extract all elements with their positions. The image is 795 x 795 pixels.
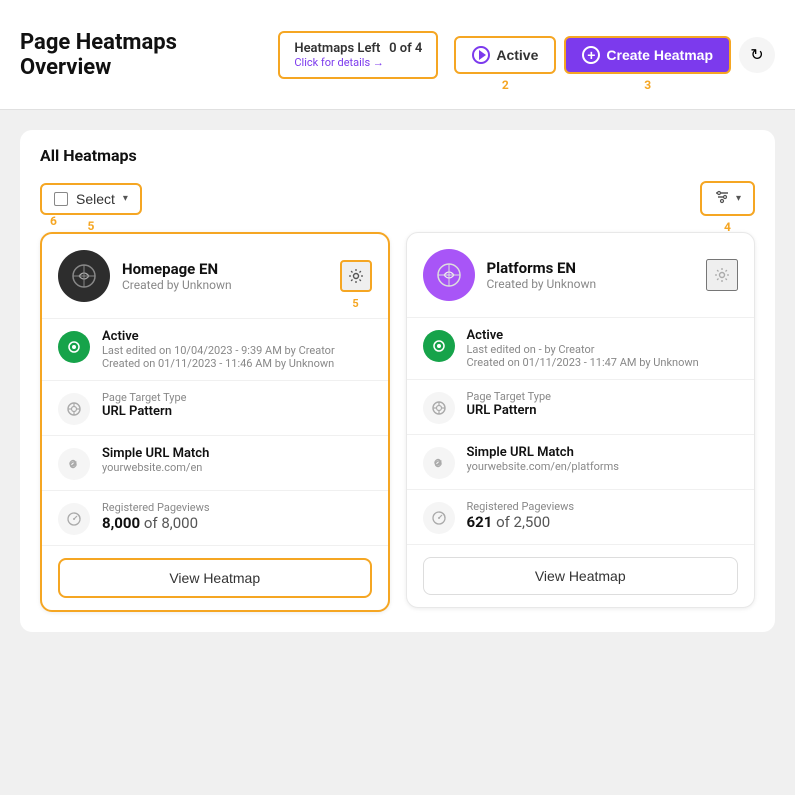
pageviews-icon-homepage	[58, 503, 90, 535]
avatar-homepage	[58, 250, 110, 302]
active-status-icon	[58, 331, 90, 363]
badge-2: 2	[502, 78, 509, 92]
card-header-homepage: Homepage EN Created by Unknown 5	[42, 234, 388, 318]
last-edited-platforms: Last edited on - by Creator	[467, 343, 699, 356]
badge-3: 3	[644, 78, 651, 92]
card-settings-platforms[interactable]	[706, 259, 738, 291]
toolbar: Select ▾ 5	[40, 181, 755, 216]
url-match-content-homepage: Simple URL Match yourwebsite.com/en	[102, 446, 209, 474]
section-title: All Heatmaps	[40, 146, 755, 165]
card-homepage-en: Homepage EN Created by Unknown 5	[40, 232, 390, 612]
status-value-homepage: Active	[102, 329, 335, 344]
card-status-section-homepage: Active Last edited on 10/04/2023 - 9:39 …	[42, 318, 388, 380]
filter-icon	[714, 189, 730, 208]
view-btn-wrap-platforms: View Heatmap	[407, 544, 755, 607]
card-name-homepage: Homepage EN	[122, 260, 328, 278]
pageviews-total-homepage: of 8,000	[144, 514, 198, 532]
heatmaps-left-title: Heatmaps Left	[294, 41, 380, 56]
badge-4: 4	[724, 220, 731, 234]
filter-chevron-icon: ▾	[736, 193, 741, 204]
pageviews-total-platforms: of 2,500	[496, 513, 550, 531]
header: Page Heatmaps Overview Heatmaps Left 0 o…	[0, 0, 795, 110]
status-value-platforms: Active	[467, 328, 699, 343]
url-match-value-homepage: yourwebsite.com/en	[102, 461, 209, 474]
page-target-section-platforms: Page Target Type URL Pattern	[407, 379, 755, 434]
url-match-icon-homepage	[58, 448, 90, 480]
url-match-content-platforms: Simple URL Match yourwebsite.com/en/plat…	[467, 445, 620, 473]
card-creator-platforms: Created by Unknown	[487, 277, 695, 291]
avatar-platforms	[423, 249, 475, 301]
card-creator-homepage: Created by Unknown	[122, 278, 328, 292]
pageviews-label-homepage: Registered Pageviews	[102, 501, 210, 514]
heatmaps-left-link[interactable]: Click for details →	[294, 56, 422, 69]
select-label: Select	[76, 191, 115, 207]
chevron-down-icon: ▾	[123, 193, 128, 204]
view-btn-wrap-homepage: View Heatmap	[42, 545, 388, 610]
pageviews-content-homepage: Registered Pageviews 8,000 of 8,000	[102, 501, 210, 532]
badge-6: 6	[50, 214, 57, 228]
page-target-value-homepage: URL Pattern	[102, 404, 186, 419]
card-status-section-platforms: Active Last edited on - by Creator Creat…	[407, 317, 755, 379]
pageviews-section-homepage: Registered Pageviews 8,000 of 8,000	[42, 490, 388, 545]
last-edited-homepage: Last edited on 10/04/2023 - 9:39 AM by C…	[102, 344, 335, 357]
all-heatmaps-panel: All Heatmaps Select ▾ 5	[20, 130, 775, 632]
main-content: All Heatmaps Select ▾ 5	[0, 110, 795, 652]
card-info-platforms: Platforms EN Created by Unknown	[487, 259, 695, 291]
url-match-section-platforms: Simple URL Match yourwebsite.com/en/plat…	[407, 434, 755, 489]
cards-grid: 6 Homepage EN C	[40, 232, 755, 612]
url-match-label-homepage: Simple URL Match	[102, 446, 209, 461]
page-target-value-platforms: URL Pattern	[467, 403, 551, 418]
page-target-icon-homepage	[58, 393, 90, 425]
card-platforms-en: Platforms EN Created by Unknown	[406, 232, 756, 608]
view-heatmap-button-platforms[interactable]: View Heatmap	[423, 557, 739, 595]
badge-5-card: 5	[352, 297, 358, 310]
play-icon	[472, 46, 490, 64]
filter-button[interactable]: ▾	[700, 181, 755, 216]
active-label: Active	[496, 47, 538, 63]
active-button[interactable]: Active	[454, 36, 556, 74]
status-content-platforms: Active Last edited on - by Creator Creat…	[467, 328, 699, 369]
view-heatmap-button-homepage[interactable]: View Heatmap	[58, 558, 372, 598]
page-target-label-homepage: Page Target Type	[102, 391, 186, 404]
card-settings-homepage[interactable]	[340, 260, 372, 292]
heatmaps-left-box: Heatmaps Left 0 of 4 Click for details →	[278, 31, 438, 79]
pageviews-label-platforms: Registered Pageviews	[467, 500, 575, 513]
url-match-section-homepage: Simple URL Match yourwebsite.com/en	[42, 435, 388, 490]
card-platforms-wrap: Platforms EN Created by Unknown	[406, 232, 756, 612]
pageviews-section-platforms: Registered Pageviews 621 of 2,500	[407, 489, 755, 544]
heatmaps-left-count: 0 of 4	[389, 41, 422, 56]
select-checkbox	[54, 192, 68, 206]
card-info-homepage: Homepage EN Created by Unknown	[122, 260, 328, 292]
page-target-content-homepage: Page Target Type URL Pattern	[102, 391, 186, 419]
select-dropdown[interactable]: Select ▾	[40, 183, 142, 215]
status-content-homepage: Active Last edited on 10/04/2023 - 9:39 …	[102, 329, 335, 370]
create-label: Create Heatmap	[606, 47, 713, 63]
header-actions: Active 2 + Create Heatmap 3 ↻	[454, 36, 775, 74]
url-match-label-platforms: Simple URL Match	[467, 445, 620, 460]
pageviews-value-platforms: 621 of 2,500	[467, 513, 575, 531]
page-target-label-platforms: Page Target Type	[467, 390, 551, 403]
page-title: Page Heatmaps Overview	[20, 30, 262, 80]
pageviews-value-homepage: 8,000 of 8,000	[102, 514, 210, 532]
card-name-platforms: Platforms EN	[487, 259, 695, 277]
refresh-icon: ↻	[750, 45, 763, 65]
page-target-icon-platforms	[423, 392, 455, 424]
card-header-platforms: Platforms EN Created by Unknown	[407, 233, 755, 317]
active-status-icon-platforms	[423, 330, 455, 362]
create-heatmap-button[interactable]: + Create Heatmap	[564, 36, 731, 74]
created-on-homepage: Created on 01/11/2023 - 11:46 AM by Unkn…	[102, 357, 335, 370]
page-target-content-platforms: Page Target Type URL Pattern	[467, 390, 551, 418]
refresh-button[interactable]: ↻	[739, 37, 775, 73]
badge-5-toolbar: 5	[88, 219, 95, 233]
play-triangle-icon	[479, 50, 486, 60]
created-on-platforms: Created on 01/11/2023 - 11:47 AM by Unkn…	[467, 356, 699, 369]
plus-circle-icon: +	[582, 46, 600, 64]
pageviews-icon-platforms	[423, 502, 455, 534]
url-match-icon-platforms	[423, 447, 455, 479]
url-match-value-platforms: yourwebsite.com/en/platforms	[467, 460, 620, 473]
pageviews-content-platforms: Registered Pageviews 621 of 2,500	[467, 500, 575, 531]
page-target-section-homepage: Page Target Type URL Pattern	[42, 380, 388, 435]
